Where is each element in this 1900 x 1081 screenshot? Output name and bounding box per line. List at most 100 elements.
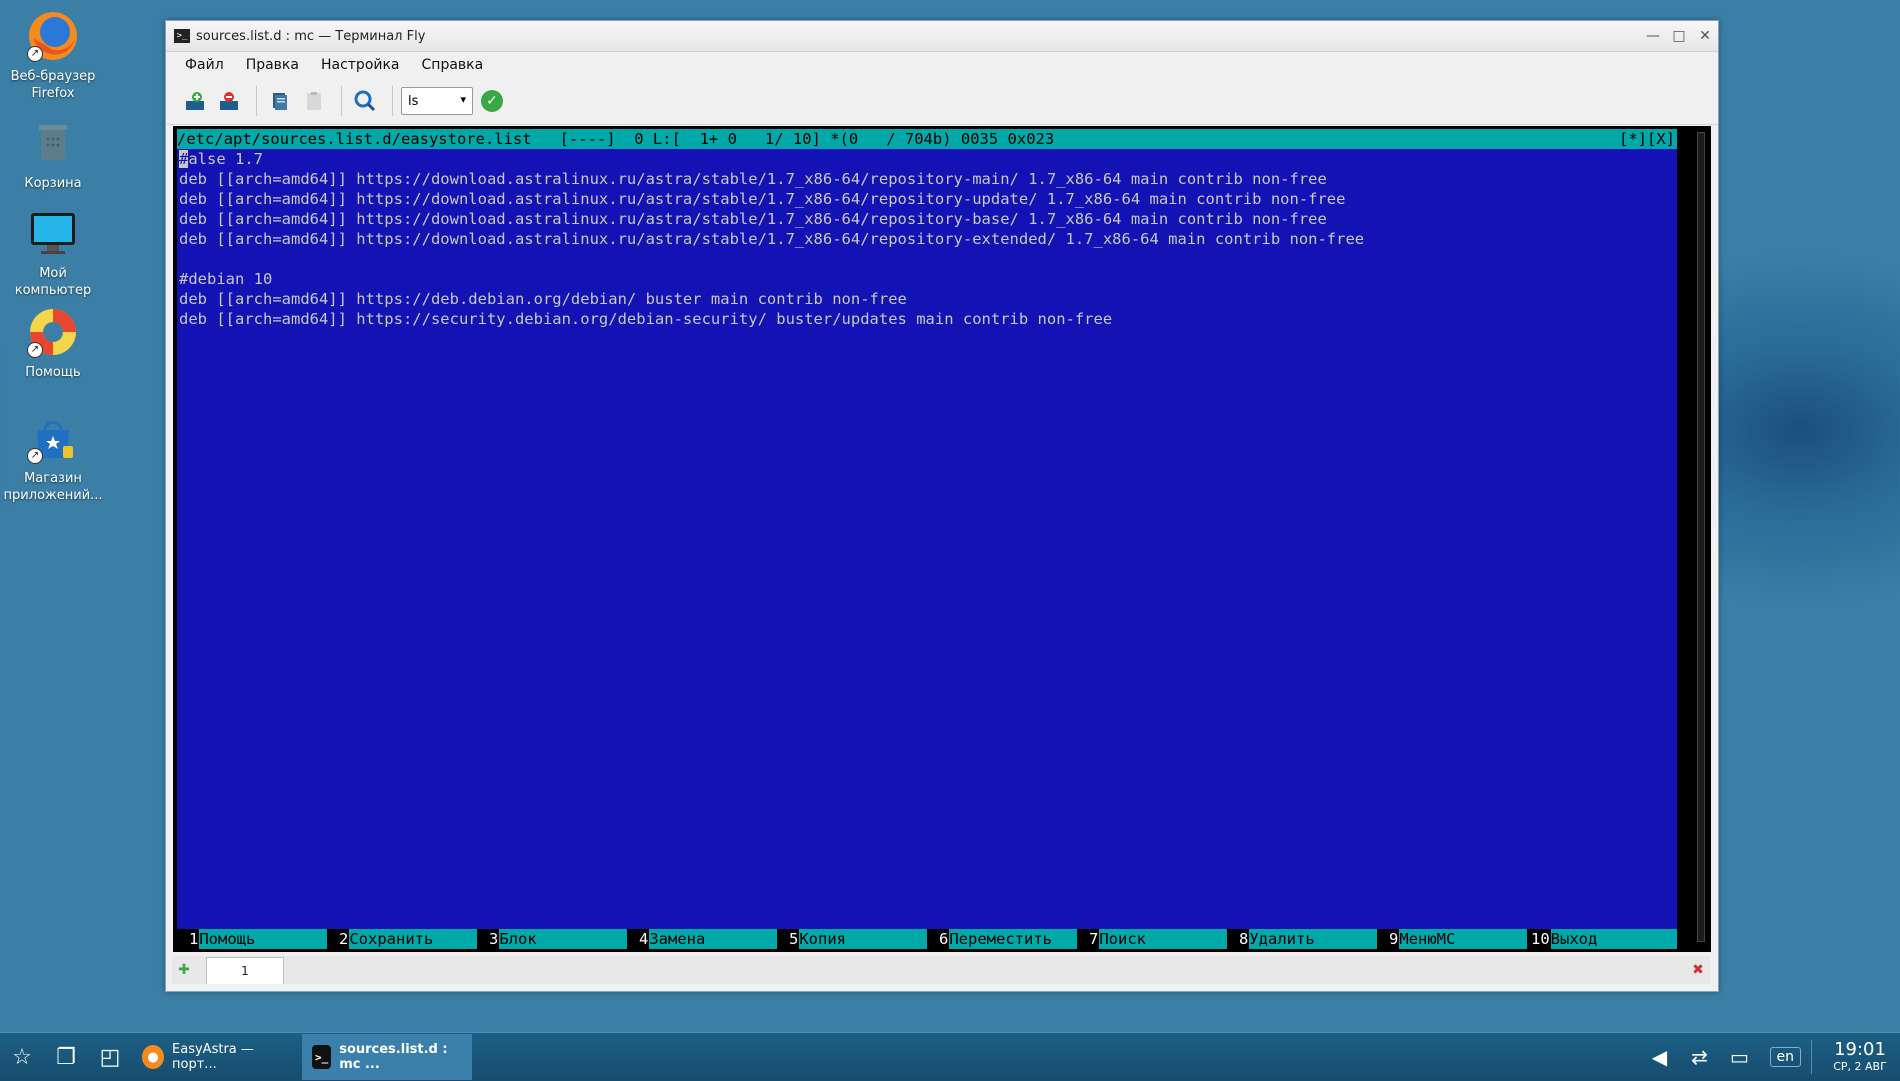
- monitor-icon: [25, 205, 81, 261]
- fkey-block[interactable]: 3Блок: [477, 929, 627, 949]
- start-menu-button[interactable]: ☆: [0, 1035, 44, 1079]
- close-button[interactable]: ✕: [1692, 28, 1718, 44]
- chevron-down-icon: ▾: [460, 93, 466, 106]
- add-session-icon: ✚: [178, 962, 190, 978]
- desktop-icon-label: Веб-браузер Firefox: [0, 68, 106, 102]
- menu-edit[interactable]: Правка: [235, 57, 310, 73]
- window-titlebar[interactable]: >_ sources.list.d : mc — Терминал Fly — …: [166, 21, 1718, 52]
- fkey-save[interactable]: 2Сохранить: [327, 929, 477, 949]
- toolbar-separator: [392, 86, 393, 116]
- fkey-exit[interactable]: 10Выход: [1527, 929, 1677, 949]
- editor-line: deb [[arch=amd64]] https://deb.debian.or…: [177, 289, 1677, 309]
- show-desktop-button[interactable]: ◰: [88, 1035, 132, 1079]
- fkey-delete[interactable]: 8Удалить: [1227, 929, 1377, 949]
- editor-line: deb [[arch=amd64]] https://security.debi…: [177, 309, 1677, 329]
- display-icon[interactable]: ▭: [1720, 1045, 1760, 1069]
- copy-icon: [269, 90, 291, 112]
- desktop-icon-label: Корзина: [0, 175, 106, 192]
- close-session-button[interactable]: ✖: [1686, 958, 1710, 982]
- terminal-icon: >_: [174, 29, 190, 43]
- menu-settings[interactable]: Настройка: [310, 57, 411, 73]
- session-tab-bar: ✚ 1 ✖: [172, 956, 1710, 984]
- toolbar-separator: [256, 86, 257, 116]
- fkey-label: Замена: [649, 929, 777, 949]
- fkey-label: Помощь: [199, 929, 327, 949]
- session-tab[interactable]: 1: [206, 957, 284, 984]
- fkey-replace[interactable]: 4Замена: [627, 929, 777, 949]
- task-firefox[interactable]: ● EasyAstra — порт...: [132, 1034, 302, 1080]
- clock-time: 19:01: [1820, 1040, 1900, 1060]
- editor-status-file: /etc/apt/sources.list.d/easystore.list […: [177, 129, 1054, 149]
- network-icon[interactable]: ⇄: [1680, 1045, 1720, 1069]
- fkey-number: 10: [1527, 929, 1551, 949]
- app-store-icon: ↗: [25, 410, 81, 466]
- task-label: EasyAstra — порт...: [172, 1042, 292, 1072]
- fkey-copy[interactable]: 5Копия: [777, 929, 927, 949]
- function-key-bar: 1Помощь 2Сохранить 3Блок 4Замена 5Копия …: [177, 929, 1677, 949]
- close-tab-button[interactable]: [214, 86, 244, 116]
- fkey-number: 6: [927, 929, 949, 949]
- desktop-icon-my-computer[interactable]: Мой компьютер: [0, 205, 106, 299]
- new-session-button[interactable]: ✚: [172, 958, 196, 982]
- fkey-label: Сохранить: [349, 929, 477, 949]
- shortcut-arrow-icon: ↗: [27, 46, 43, 62]
- fkey-number: 5: [777, 929, 799, 949]
- remove-session-icon: [217, 89, 241, 113]
- fkey-number: 2: [327, 929, 349, 949]
- fkey-number: 1: [177, 929, 199, 949]
- search-button[interactable]: [350, 86, 380, 116]
- desktop-icon-label: Мой компьютер: [0, 265, 106, 299]
- editor-line: #debian 10: [177, 269, 1677, 289]
- mcedit-editor[interactable]: /etc/apt/sources.list.d/easystore.list […: [177, 129, 1677, 949]
- terminal-icon: >_: [312, 1045, 331, 1069]
- editor-line: #alse 1.7: [177, 149, 1677, 169]
- run-command-button[interactable]: ✓: [481, 90, 503, 112]
- checkmark-icon: ✓: [486, 93, 498, 109]
- terminal-area[interactable]: /etc/apt/sources.list.d/easystore.list […: [173, 126, 1711, 952]
- desktop-icon-help[interactable]: ↗ Помощь: [0, 304, 106, 381]
- fkey-label: Копия: [799, 929, 927, 949]
- fkey-search[interactable]: 7Поиск: [1077, 929, 1227, 949]
- window-title: sources.list.d : mc — Терминал Fly: [196, 29, 1640, 44]
- task-terminal[interactable]: >_ sources.list.d : mc ...: [302, 1034, 472, 1080]
- copy-button[interactable]: [265, 86, 295, 116]
- clock[interactable]: 19:01 СР, 2 АВГ: [1811, 1040, 1900, 1074]
- menu-help[interactable]: Справка: [411, 57, 495, 73]
- editor-line: deb [[arch=amd64]] https://download.astr…: [177, 189, 1677, 209]
- fkey-label: Переместить: [949, 929, 1077, 949]
- minimize-button[interactable]: —: [1640, 28, 1666, 44]
- editor-line: [177, 249, 1677, 269]
- fkey-label: Блок: [499, 929, 627, 949]
- terminal-scrollbar[interactable]: [1697, 132, 1705, 942]
- desktop-icon-firefox[interactable]: ↗ Веб-браузер Firefox: [0, 8, 106, 102]
- paste-icon: [303, 90, 325, 112]
- show-windows-button[interactable]: ❐: [44, 1035, 88, 1079]
- volume-icon[interactable]: ◀: [1640, 1045, 1680, 1069]
- desktop-icon-app-store[interactable]: ↗ Магазин приложений...: [0, 410, 106, 504]
- editor-line: deb [[arch=amd64]] https://download.astr…: [177, 169, 1677, 189]
- command-select[interactable]: ls ▾: [401, 87, 473, 115]
- fkey-menu[interactable]: 9МенюMC: [1377, 929, 1527, 949]
- paste-button[interactable]: [299, 86, 329, 116]
- editor-status-line: /etc/apt/sources.list.d/easystore.list […: [177, 129, 1677, 149]
- fkey-help[interactable]: 1Помощь: [177, 929, 327, 949]
- firefox-icon: ●: [142, 1045, 164, 1069]
- desktop-icon: ◰: [100, 1045, 121, 1070]
- menubar: Файл Правка Настройка Справка: [166, 52, 1718, 78]
- command-select-value: ls: [408, 94, 418, 109]
- shortcut-arrow-icon: ↗: [27, 448, 43, 464]
- keyboard-layout-indicator[interactable]: en: [1770, 1047, 1802, 1067]
- editor-status-flags[interactable]: [*][X]: [1619, 129, 1675, 149]
- fkey-number: 3: [477, 929, 499, 949]
- desktop-icon-label: Магазин приложений...: [0, 470, 106, 504]
- new-tab-button[interactable]: [180, 86, 210, 116]
- menu-file[interactable]: Файл: [174, 57, 235, 73]
- desktop-icon-trash[interactable]: Корзина: [0, 115, 106, 192]
- maximize-button[interactable]: □: [1666, 28, 1692, 44]
- task-label: sources.list.d : mc ...: [339, 1042, 462, 1072]
- fkey-number: 4: [627, 929, 649, 949]
- trash-icon: [25, 115, 81, 171]
- windows-icon: ❐: [56, 1045, 76, 1070]
- fkey-move[interactable]: 6Переместить: [927, 929, 1077, 949]
- editor-line: deb [[arch=amd64]] https://download.astr…: [177, 209, 1677, 229]
